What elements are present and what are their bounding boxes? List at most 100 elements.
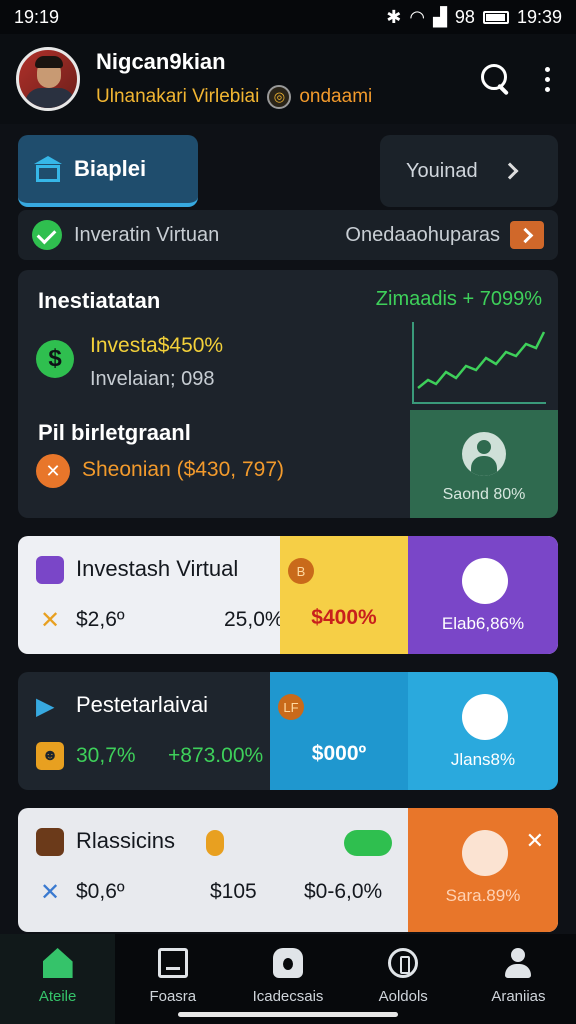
- card-right-panel: Elab6,86%: [408, 536, 558, 654]
- user-info: Nigcan9kian Ulnanakari Virlebiai ◎ ondaa…: [96, 49, 372, 109]
- wifi-icon: ◠: [409, 6, 426, 27]
- chevron-right-icon: [501, 162, 519, 180]
- bag-icon: [273, 948, 303, 978]
- nav-label: Aoldols: [378, 988, 428, 1005]
- info-bar-right: Onedaaohuparas: [345, 221, 544, 249]
- card-title: Rlassicins: [76, 828, 176, 853]
- home-icon: [42, 948, 73, 978]
- pl-title: Pil birletgraanl: [38, 420, 191, 445]
- bluetooth-icon: ✱: [386, 6, 402, 27]
- badge-icon: [462, 558, 508, 604]
- face-icon: ☻: [36, 742, 64, 770]
- card-mid-panel: B $400%: [280, 536, 408, 654]
- user-subtitle: Ulnanakari Virlebiai: [96, 86, 260, 107]
- target-icon: [462, 830, 508, 876]
- investment-value: Investa$450%: [90, 334, 224, 357]
- header-actions: [481, 64, 560, 94]
- card-right-label: Jlans8%: [450, 750, 516, 769]
- sparkline-chart: [412, 322, 546, 404]
- investment-sub-value: Invelaian; 098: [90, 368, 215, 390]
- nav-label: Ateile: [38, 988, 77, 1005]
- sparkline-line: [417, 331, 546, 389]
- person-icon: [462, 432, 506, 476]
- toggle-switch[interactable]: [344, 830, 392, 856]
- investment-gain: Zimaadis + 7099%: [375, 288, 542, 310]
- refresh-icon: [462, 694, 508, 740]
- bottom-navigation: Ateile Foasra Icadecsais Aoldols Araniia…: [0, 934, 576, 1024]
- card-value-2: +873.00%: [168, 744, 264, 767]
- card-value-2: 25,0%: [224, 608, 284, 631]
- tab-active-label: Biaplei: [74, 156, 147, 181]
- dollar-icon: $: [36, 340, 74, 378]
- card-mid-badge: B: [288, 558, 314, 584]
- investment-card[interactable]: Inestiatatan Zimaadis + 7099% $ Investa$…: [18, 270, 558, 518]
- signal-icon: ▟: [433, 6, 447, 27]
- info-bar[interactable]: Inveratin Virtuan Onedaaohuparas: [18, 210, 558, 260]
- play-icon: ▶: [36, 693, 55, 720]
- home-indicator[interactable]: [178, 1012, 398, 1017]
- close-icon[interactable]: ✕: [526, 828, 544, 854]
- card-mid-badge: LF: [278, 694, 304, 720]
- user-icon: [503, 948, 533, 978]
- card-mid-value: $000º: [311, 742, 367, 765]
- card-right-label: Elab6,86%: [441, 614, 525, 633]
- app-header: Nigcan9kian Ulnanakari Virlebiai ◎ ondaa…: [0, 34, 576, 124]
- user-name: Nigcan9kian: [96, 49, 226, 74]
- portfolio-card[interactable]: ▶ Pestetarlaivai ☻ 30,7% +873.00% LF $00…: [18, 672, 558, 790]
- card-right-panel: ✕ Sara.89%: [408, 808, 558, 932]
- user-subtitle-row: Ulnanakari Virlebiai ◎ ondaami: [96, 85, 372, 109]
- tab-bar: Biaplei Youinad: [18, 135, 558, 207]
- status-icons: ✱ ◠ ▟ 98 19:39: [386, 7, 562, 28]
- warning-icon: ✕: [36, 454, 70, 488]
- score-label: Saond 80%: [442, 486, 526, 503]
- nav-account[interactable]: Araniias: [461, 934, 576, 1024]
- card-value-2: $105: [210, 880, 257, 903]
- arrow-right-button[interactable]: [510, 221, 544, 249]
- card-title: Investash Virtual: [76, 556, 239, 581]
- card-right-label: Sara.89%: [445, 886, 521, 905]
- info-bar-left-text: Inveratin Virtuan: [74, 223, 220, 246]
- status-bar: 19:19 ✱ ◠ ▟ 98 19:39: [0, 0, 576, 34]
- pl-value: Sheonian ($430, 797): [82, 458, 284, 481]
- avatar[interactable]: [16, 47, 80, 111]
- shield-icon: [36, 556, 64, 584]
- more-options-icon[interactable]: [545, 66, 550, 92]
- card-right-panel: Jlans8%: [408, 672, 558, 790]
- bank-icon: [34, 156, 62, 182]
- card-value-1: $2,6º: [76, 608, 125, 631]
- card-mid-value: $400%: [311, 606, 377, 629]
- cross-icon: ✕: [39, 606, 61, 634]
- cross-icon: ✕: [39, 878, 61, 906]
- tab-secondary[interactable]: Youinad: [380, 135, 558, 207]
- nav-label: Araniias: [491, 988, 546, 1005]
- nav-home[interactable]: Ateile: [0, 934, 116, 1024]
- portfolio-card[interactable]: Investash Virtual ✕ $2,6º 25,0% B $400% …: [18, 536, 558, 654]
- investment-title: Inestiatatan: [38, 288, 161, 313]
- status-time-right: 19:39: [516, 6, 562, 27]
- info-icon: [206, 830, 224, 856]
- card-value-1: 30,7%: [76, 744, 136, 767]
- nav-label: Foasra: [149, 988, 197, 1005]
- card-value-3: $0-6,0%: [304, 880, 383, 903]
- status-time-left: 19:19: [14, 6, 60, 27]
- score-panel[interactable]: Saond 80%: [410, 410, 558, 518]
- square-icon: [36, 828, 64, 856]
- portfolio-card[interactable]: Rlassicins ✕ $0,6º $105 $0-6,0% ✕ Sara.8…: [18, 808, 558, 932]
- check-icon: [32, 220, 62, 250]
- card-mid-panel: LF $000º: [270, 672, 408, 790]
- battery-icon: [482, 10, 509, 24]
- info-bar-right-text: Onedaaohuparas: [345, 223, 500, 246]
- card-value-1: $0,6º: [76, 880, 125, 903]
- tab-active[interactable]: Biaplei: [18, 135, 198, 207]
- tab-secondary-label: Youinad: [406, 159, 478, 182]
- nav-activity[interactable]: Aoldols: [346, 934, 461, 1024]
- circle-icon: [388, 948, 419, 978]
- search-icon[interactable]: [481, 64, 511, 94]
- document-icon: [157, 948, 188, 978]
- nav-label: Icadecsais: [252, 988, 324, 1005]
- card-title: Pestetarlaivai: [76, 692, 209, 717]
- nav-assets[interactable]: Icadecsais: [230, 934, 345, 1024]
- battery-percent: 98: [454, 6, 475, 27]
- nav-forum[interactable]: Foasra: [115, 934, 230, 1024]
- coin-icon: ◎: [267, 85, 292, 109]
